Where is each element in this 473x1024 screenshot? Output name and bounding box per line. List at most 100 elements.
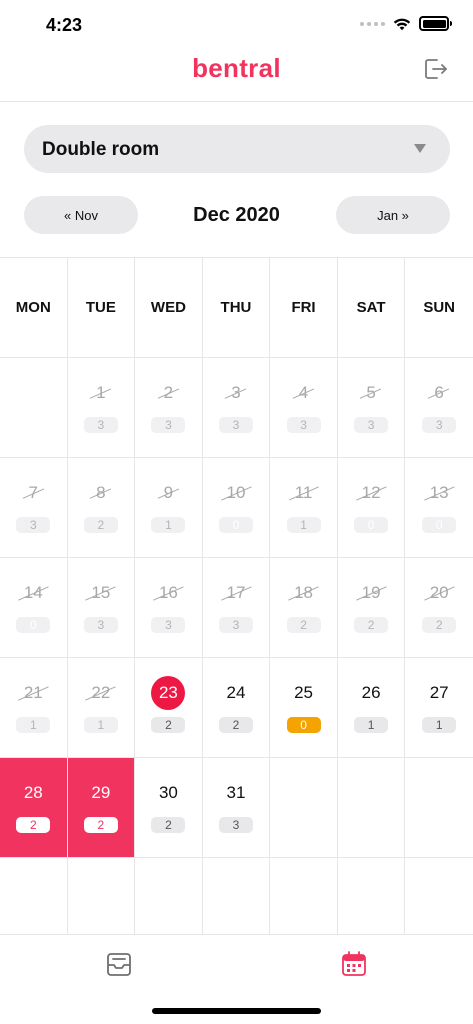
day-number: 8 (68, 482, 135, 504)
availability-badge: 2 (218, 717, 253, 733)
app-header: bentral (0, 48, 473, 102)
availability-badge: 0 (422, 517, 457, 533)
calendar-day-4: 43 (270, 358, 338, 457)
calendar-day-11: 11 1 (270, 458, 338, 557)
calendar-day-26[interactable]: 26 1 (338, 658, 406, 757)
calendar-empty-cell (338, 758, 406, 857)
calendar-day-20: 20 2 (405, 558, 473, 657)
calendar-week-row: 21 1 22 1 23 2 24 2 25 0 26 1 27 1 (0, 658, 473, 758)
day-number: 16 (135, 582, 202, 604)
battery-icon (419, 16, 452, 31)
availability-badge: 0 (354, 517, 389, 533)
calendar-day-22: 22 1 (68, 658, 136, 757)
logout-icon[interactable] (423, 56, 449, 82)
calendar-day-5: 53 (338, 358, 406, 457)
day-number: 18 (270, 582, 337, 604)
day-number: 31 (226, 783, 246, 802)
calendar-day-31[interactable]: 31 3 (203, 758, 271, 857)
day-number: 19 (338, 582, 405, 604)
room-select-value: Double room (42, 139, 160, 160)
availability-badge: 2 (151, 717, 186, 733)
availability-badge: 1 (83, 717, 118, 733)
calendar-empty-cell (270, 758, 338, 857)
day-number: 5 (338, 382, 405, 404)
month-nav: « Nov Dec 2020 Jan » (0, 195, 473, 235)
availability-badge: 2 (286, 617, 321, 633)
day-number: 15 (68, 582, 135, 604)
room-select[interactable]: Double room (24, 125, 450, 173)
calendar-grid: 1 3 2 3 3 3 4 3 5 3 6 3 7 3 8 2 9 1 10 0 11 1 12 0 13 0 14 0 15 3 16 3 1… (0, 358, 473, 958)
day-number: 4 (270, 382, 337, 404)
day-number: 10 (203, 482, 270, 504)
day-number: 7 (0, 482, 67, 504)
day-number: 26 (361, 683, 381, 702)
weekday-label: WED (135, 258, 203, 357)
calendar-day-18: 18 2 (270, 558, 338, 657)
calendar-day-25[interactable]: 25 0 (270, 658, 338, 757)
calendar-day-15: 15 3 (68, 558, 136, 657)
weekday-label: THU (203, 258, 271, 357)
availability-badge: 3 (151, 617, 186, 633)
day-number: 13 (405, 482, 473, 504)
weekday-label: SUN (423, 299, 455, 316)
weekday-label: MON (0, 258, 68, 357)
day-number: 17 (203, 582, 270, 604)
calendar-empty-cell (0, 358, 68, 457)
calendar-day-16: 16 3 (135, 558, 203, 657)
calendar-day-23[interactable]: 23 2 (135, 658, 203, 757)
day-number: 14 (0, 582, 67, 604)
availability-badge: 1 (16, 717, 51, 733)
calendar-day-28[interactable]: 28 2 (0, 758, 68, 857)
status-icons (360, 16, 452, 31)
availability-badge: 2 (422, 617, 457, 633)
availability-badge: 3 (218, 617, 253, 633)
day-number: 2 (135, 382, 202, 404)
calendar-day-30[interactable]: 30 2 (135, 758, 203, 857)
calendar-week-row: 7 3 8 2 9 1 10 0 11 1 12 0 13 0 (0, 458, 473, 558)
calendar-day-6: 63 (405, 358, 473, 457)
inbox-icon[interactable] (104, 949, 134, 979)
calendar-day-27[interactable]: 27 1 (405, 658, 473, 757)
caret-down-icon (414, 144, 426, 153)
calendar-day-7: 73 (0, 458, 68, 557)
next-month-button[interactable]: Jan » (336, 196, 450, 234)
calendar-day-13: 13 0 (405, 458, 473, 557)
availability-badge: 3 (151, 417, 186, 433)
home-indicator (152, 1008, 321, 1014)
calendar-week-row: 132333435363 (0, 358, 473, 458)
calendar-day-29[interactable]: 29 2 (67, 758, 136, 857)
availability-badge: 2 (83, 817, 118, 833)
calendar-day-21: 21 1 (0, 658, 68, 757)
day-number: 6 (405, 382, 473, 404)
availability-badge: 1 (151, 517, 186, 533)
wifi-icon (393, 18, 411, 30)
status-time: 4:23 (46, 15, 83, 35)
calendar-day-12: 12 0 (338, 458, 406, 557)
calendar-week-row: 14 0 15 3 16 3 17 3 18 2 19 2 20 2 (0, 558, 473, 658)
availability-badge: 2 (16, 817, 51, 833)
calendar-day-14: 14 0 (0, 558, 68, 657)
day-number: 29 (91, 783, 111, 802)
calendar-day-8: 82 (68, 458, 136, 557)
calendar-day-24[interactable]: 24 2 (203, 658, 271, 757)
calendar-icon[interactable] (339, 949, 369, 979)
day-number: 30 (158, 783, 178, 802)
availability-badge: 0 (286, 717, 321, 733)
calendar-week-row: 28 2 29 2 30 2 31 3 (0, 758, 473, 858)
day-number: 9 (135, 482, 202, 504)
availability-badge: 0 (16, 617, 51, 633)
availability-badge: 2 (83, 517, 118, 533)
calendar-day-9: 91 (135, 458, 203, 557)
day-number: 3 (203, 382, 270, 404)
availability-badge: 0 (218, 517, 253, 533)
availability-badge: 3 (422, 417, 457, 433)
weekday-label: TUE (68, 258, 136, 357)
day-number: 25 (294, 683, 313, 702)
availability-badge: 3 (218, 817, 253, 833)
brand-logo: bentral (192, 53, 281, 83)
availability-badge: 3 (83, 417, 118, 433)
availability-badge: 3 (354, 417, 389, 433)
status-bar: 4:23 (0, 0, 473, 48)
weekday-label: SAT (338, 258, 406, 357)
day-number: 24 (226, 683, 246, 702)
